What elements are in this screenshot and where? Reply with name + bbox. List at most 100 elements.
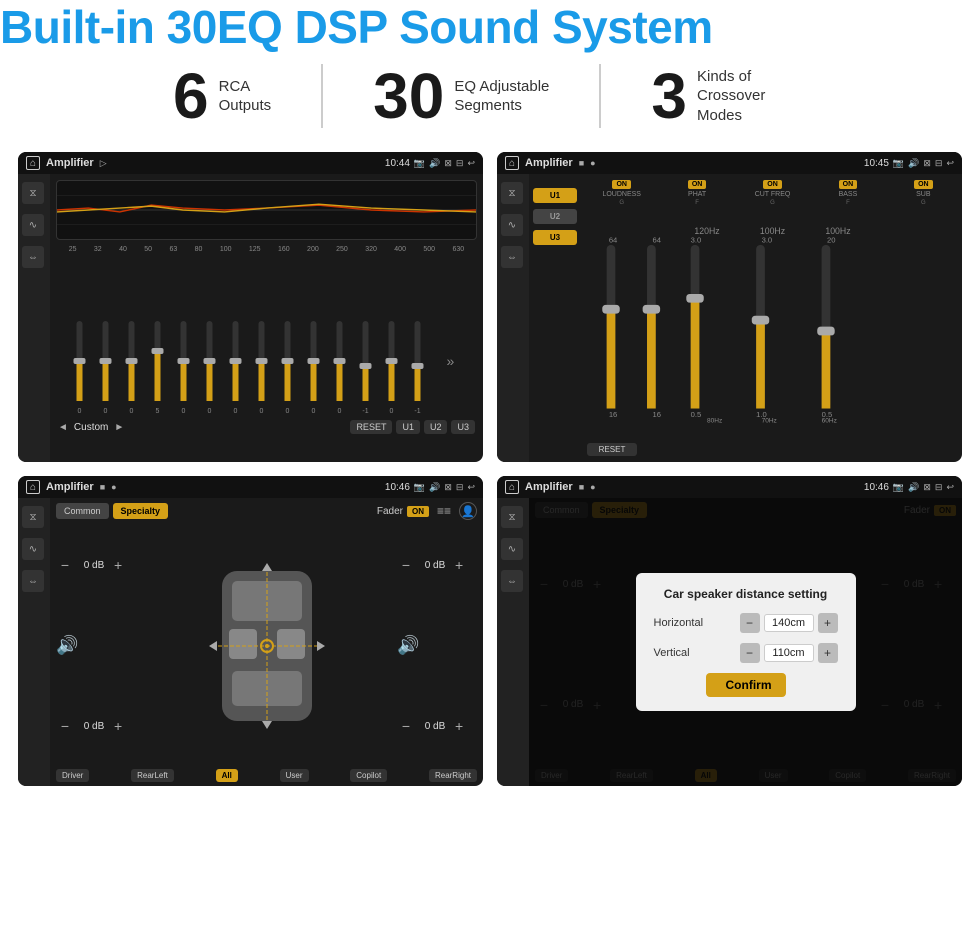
user-btn[interactable]: User [280,769,309,782]
specialty-btn-3[interactable]: Specialty [113,503,169,519]
arrow-icon-4[interactable]: ⇔ [501,570,523,592]
bass-toggle[interactable]: ON [839,180,858,189]
stat-crossover-number: 3 [651,64,687,128]
sub-toggle[interactable]: ON [914,180,933,189]
vol-fr-plus[interactable]: + [455,557,463,573]
eq-next-btn[interactable]: ► [114,422,124,433]
eq-icon[interactable]: ⧖ [22,182,44,204]
eq-prev-btn[interactable]: ◄ [58,422,68,433]
vol-fl-minus[interactable]: − [56,557,74,573]
horizontal-label: Horizontal [654,617,724,629]
vol-fr: − 0 dB + [397,557,477,573]
cutfreq-toggle[interactable]: ON [763,180,782,189]
u2-preset[interactable]: U2 [533,209,577,224]
driver-btn[interactable]: Driver [56,769,89,782]
u1-btn[interactable]: U1 [396,420,420,434]
screens-grid: Amplifier ▷ 10:44 📷 🔊 ⊠ ⊟ ↩ ⧖ ∿ ⇔ [0,146,980,796]
svg-text:64: 64 [652,236,661,245]
sidebar-1: ⧖ ∿ ⇔ [18,174,50,462]
vol-fl-plus[interactable]: + [114,557,122,573]
vertical-plus-btn[interactable]: + [818,643,838,663]
screen-distance: Amplifier ■ ● 10:46 📷 🔊 ⊠ ⊟ ↩ ⧖ ∿ ⇔ [497,476,962,786]
status-time-2: 10:45 [864,158,889,169]
svg-text:0: 0 [208,408,212,415]
horizontal-plus-btn[interactable]: + [818,613,838,633]
home-icon-3[interactable] [26,480,40,494]
svg-text:0: 0 [130,408,134,415]
fader-toggle[interactable]: ON [407,506,429,517]
screen-amp: Amplifier ■ ● 10:45 📷 🔊 ⊠ ⊟ ↩ ⧖ ∿ ⇔ [497,152,962,462]
home-icon-1[interactable] [26,156,40,170]
common-btn-3[interactable]: Common [56,503,109,519]
u3-preset[interactable]: U3 [533,230,577,245]
rearleft-btn[interactable]: RearLeft [131,769,174,782]
sidebar-2: ⧖ ∿ ⇔ [497,174,529,462]
wave-icon-2[interactable]: ∿ [501,214,523,236]
vol-rr: − 0 dB + [397,718,477,734]
svg-text:16: 16 [609,410,617,419]
vol-rr-plus[interactable]: + [455,718,463,734]
wave-icon[interactable]: ∿ [22,214,44,236]
status-bar-3: Amplifier ■ ● 10:46 📷 🔊 ⊠ ⊟ ↩ [18,476,483,498]
eq-icon-3[interactable]: ⧖ [22,506,44,528]
svg-text:0.5: 0.5 [822,410,833,419]
vol-rr-minus[interactable]: − [397,718,415,734]
vertical-minus-btn[interactable]: − [740,643,760,663]
svg-text:-1: -1 [414,408,420,415]
stat-eq: 30 EQ AdjustableSegments [323,64,601,128]
eq-icon-4[interactable]: ⧖ [501,506,523,528]
arrow-icon[interactable]: ⇔ [22,246,44,268]
all-btn[interactable]: All [216,769,238,782]
svg-text:0: 0 [104,408,108,415]
vertical-label: Vertical [654,647,724,659]
sidebar-4: ⧖ ∿ ⇔ [497,498,529,786]
u1-preset[interactable]: U1 [533,188,577,203]
wave-icon-3[interactable]: ∿ [22,538,44,560]
vol-rl-plus[interactable]: + [114,718,122,734]
svg-text:16: 16 [652,410,660,419]
home-icon-4[interactable] [505,480,519,494]
phat-toggle[interactable]: ON [688,180,707,189]
sub-label: SUB [916,191,930,198]
loudness-toggle[interactable]: ON [612,180,631,189]
svg-text:80Hz: 80Hz [707,418,722,425]
horizontal-minus-btn[interactable]: − [740,613,760,633]
stat-rca: 6 RCAOutputs [123,64,323,128]
bass-label: BASS [839,191,858,198]
reset-btn[interactable]: RESET [350,420,392,434]
arrow-icon-3[interactable]: ⇔ [22,570,44,592]
phat-label: PHAT [688,191,706,198]
arrow-icon-2[interactable]: ⇔ [501,246,523,268]
confirm-button[interactable]: Confirm [706,673,786,697]
amp-reset-btn[interactable]: RESET [587,443,637,456]
u2-btn[interactable]: U2 [424,420,448,434]
stat-eq-number: 30 [373,64,444,128]
status-time-3: 10:46 [385,482,410,493]
svg-text:0.5: 0.5 [691,410,702,419]
wave-icon-4[interactable]: ∿ [501,538,523,560]
status-bar-2: Amplifier ■ ● 10:45 📷 🔊 ⊠ ⊟ ↩ [497,152,962,174]
vertical-row: Vertical − 110cm + [654,643,838,663]
eq-preset-btns: RESET U1 U2 U3 [350,420,475,434]
eq-nav: ◄ Custom ► [58,422,124,433]
status-time-1: 10:44 [385,158,410,169]
horizontal-row: Horizontal − 140cm + [654,613,838,633]
home-icon-2[interactable] [505,156,519,170]
vol-fr-minus[interactable]: − [397,557,415,573]
svg-text:100Hz: 100Hz [825,226,850,236]
app-name-2: Amplifier [525,157,573,169]
vol-rl-minus[interactable]: − [56,718,74,734]
rearright-btn[interactable]: RearRight [429,769,477,782]
distance-dialog: Car speaker distance setting Horizontal … [636,573,856,711]
svg-text:»: » [447,353,455,369]
stat-rca-text: RCAOutputs [219,77,272,116]
svg-text:-1: -1 [362,408,368,415]
status-bar-4: Amplifier ■ ● 10:46 📷 🔊 ⊠ ⊟ ↩ [497,476,962,498]
eq-icon-2[interactable]: ⧖ [501,182,523,204]
u3-btn[interactable]: U3 [451,420,475,434]
svg-text:0: 0 [260,408,264,415]
copilot-btn[interactable]: Copilot [350,769,387,782]
svg-text:0: 0 [312,408,316,415]
horizontal-input-group: − 140cm + [740,613,838,633]
eq-graph [56,180,477,240]
